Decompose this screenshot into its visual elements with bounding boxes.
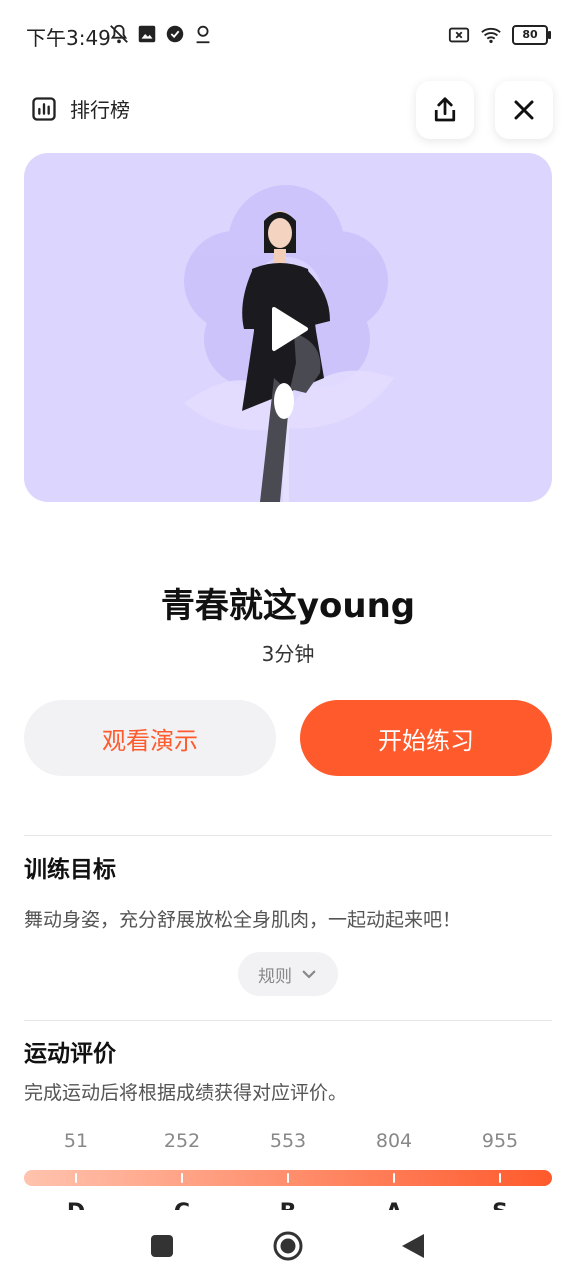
chevron-down-icon	[302, 970, 316, 979]
chart-bars-icon	[32, 96, 56, 121]
divider	[24, 835, 552, 836]
divider	[24, 1020, 552, 1021]
score-tick	[181, 1173, 183, 1183]
battery-icon: 80	[512, 25, 551, 45]
wifi-icon	[481, 27, 501, 44]
score-threshold: 51	[63, 1130, 89, 1152]
status-time: 下午3:49	[26, 26, 111, 50]
rules-label: 规则	[258, 966, 292, 987]
share-button[interactable]	[416, 81, 474, 139]
recent-apps-icon[interactable]	[150, 1234, 174, 1258]
score-threshold: 252	[163, 1130, 201, 1152]
goal-description: 舞动身姿，充分舒展放松全身肌肉，一起动起来吧！	[24, 909, 462, 931]
close-icon	[514, 100, 534, 120]
location-icon	[196, 25, 210, 44]
demo-video-preview[interactable]	[24, 153, 552, 502]
back-icon[interactable]	[400, 1232, 426, 1260]
score-threshold: 553	[269, 1130, 307, 1152]
workout-duration: 3分钟	[261, 642, 315, 666]
workout-title: 青春就这young	[160, 586, 416, 626]
check-circle-icon	[166, 25, 184, 43]
score-tick	[75, 1173, 77, 1183]
gallery-icon	[138, 25, 156, 43]
play-icon[interactable]	[270, 305, 310, 353]
score-threshold: 955	[481, 1130, 519, 1152]
ranking-label: 排行榜	[70, 98, 130, 122]
rules-button[interactable]: 规则	[238, 952, 338, 996]
status-icons-right: 80	[448, 24, 551, 46]
start-practice-button[interactable]: 开始练习	[300, 700, 552, 776]
score-tick	[287, 1173, 289, 1183]
sim-disabled-icon	[448, 27, 470, 43]
status-bar: 下午3:49 80	[0, 0, 576, 70]
evaluation-description: 完成运动后将根据成绩获得对应评价。	[24, 1082, 348, 1104]
score-tick	[499, 1173, 501, 1183]
goal-heading: 训练目标	[24, 857, 116, 883]
close-button[interactable]	[495, 81, 553, 139]
score-tick	[393, 1173, 395, 1183]
status-icons-left	[108, 23, 214, 45]
home-icon[interactable]	[272, 1230, 304, 1262]
watch-demo-button[interactable]: 观看演示	[24, 700, 276, 776]
score-threshold: 804	[375, 1130, 413, 1152]
mute-bell-icon	[110, 24, 128, 44]
evaluation-heading: 运动评价	[24, 1041, 116, 1067]
system-nav-bar	[0, 1210, 576, 1280]
share-icon	[434, 97, 456, 122]
ranking-link[interactable]: 排行榜	[30, 94, 130, 123]
